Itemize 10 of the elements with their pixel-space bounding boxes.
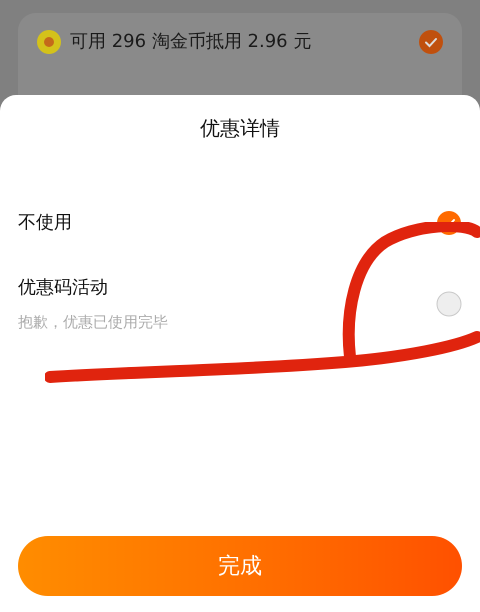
done-button[interactable]: 完成 <box>18 536 462 596</box>
option-note: 抱歉，优惠已使用完毕 <box>18 312 168 333</box>
coin-icon <box>36 28 62 54</box>
coin-deduction-text: 可用 296 淘金币抵用 2.96 元 <box>70 30 312 54</box>
option-label: 不使用 <box>18 211 72 235</box>
checked-radio-icon[interactable] <box>436 210 462 236</box>
option-label: 优惠码活动 <box>18 276 109 300</box>
unchecked-radio-icon[interactable] <box>436 290 462 317</box>
sheet-title: 优惠详情 <box>199 115 281 142</box>
checked-icon[interactable] <box>418 28 444 54</box>
